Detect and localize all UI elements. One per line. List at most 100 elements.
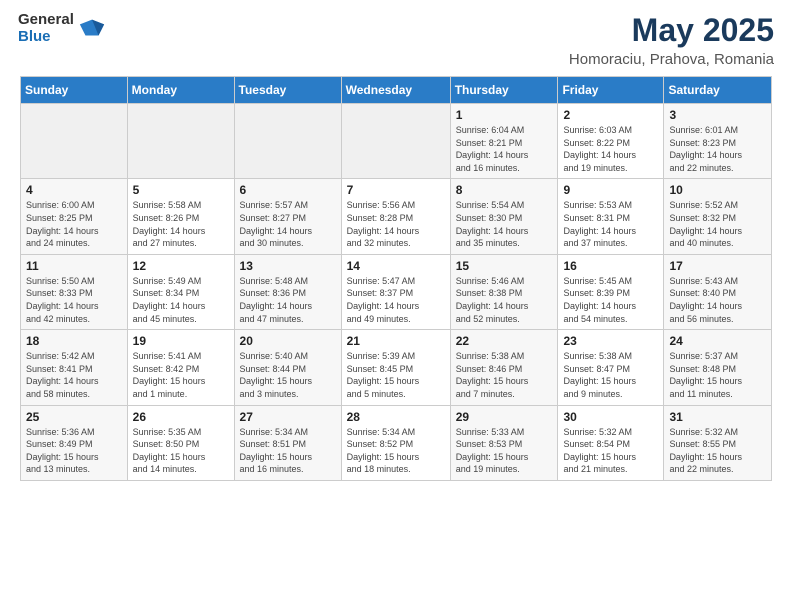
table-row: 11 Sunrise: 5:50 AMSunset: 8:33 PMDayligh… xyxy=(21,254,128,329)
table-row: 18 Sunrise: 5:42 AMSunset: 8:41 PMDayligh… xyxy=(21,330,128,405)
day-number: 4 xyxy=(26,183,122,197)
day-number: 26 xyxy=(133,410,229,424)
day-number: 28 xyxy=(347,410,445,424)
header-sunday: Sunday xyxy=(21,77,128,104)
header-friday: Friday xyxy=(558,77,664,104)
table-row: 14 Sunrise: 5:47 AMSunset: 8:37 PMDayligh… xyxy=(341,254,450,329)
day-info: Sunrise: 5:52 AMSunset: 8:32 PMDaylight:… xyxy=(669,200,742,248)
table-row: 17 Sunrise: 5:43 AMSunset: 8:40 PMDayligh… xyxy=(664,254,772,329)
table-row: 20 Sunrise: 5:40 AMSunset: 8:44 PMDayligh… xyxy=(234,330,341,405)
table-row: 13 Sunrise: 5:48 AMSunset: 8:36 PMDayligh… xyxy=(234,254,341,329)
month-year-title: May 2025 xyxy=(569,12,774,49)
header-tuesday: Tuesday xyxy=(234,77,341,104)
day-number: 2 xyxy=(563,108,658,122)
day-info: Sunrise: 5:35 AMSunset: 8:50 PMDaylight:… xyxy=(133,427,206,475)
table-row xyxy=(127,104,234,179)
calendar-week-1: 1Sunrise: 6:04 AMSunset: 8:21 PMDaylight… xyxy=(21,104,772,179)
table-row: 15 Sunrise: 5:46 AMSunset: 8:38 PMDayligh… xyxy=(450,254,558,329)
table-row: 30 Sunrise: 5:32 AMSunset: 8:54 PMDayligh… xyxy=(558,405,664,480)
day-info: Sunrise: 5:38 AMSunset: 8:46 PMDaylight:… xyxy=(456,351,529,399)
table-row: 25 Sunrise: 5:36 AMSunset: 8:49 PMDayligh… xyxy=(21,405,128,480)
day-number: 10 xyxy=(669,183,766,197)
day-number: 14 xyxy=(347,259,445,273)
day-number: 12 xyxy=(133,259,229,273)
table-row: 28 Sunrise: 5:34 AMSunset: 8:52 PMDayligh… xyxy=(341,405,450,480)
day-number: 17 xyxy=(669,259,766,273)
table-row: 22 Sunrise: 5:38 AMSunset: 8:46 PMDayligh… xyxy=(450,330,558,405)
day-number: 21 xyxy=(347,334,445,348)
table-row: 16 Sunrise: 5:45 AMSunset: 8:39 PMDayligh… xyxy=(558,254,664,329)
day-number: 30 xyxy=(563,410,658,424)
calendar-wrapper: Sunday Monday Tuesday Wednesday Thursday… xyxy=(0,76,792,491)
table-row: 3Sunrise: 6:01 AMSunset: 8:23 PMDaylight… xyxy=(664,104,772,179)
day-info: Sunrise: 5:41 AMSunset: 8:42 PMDaylight:… xyxy=(133,351,206,399)
logo-icon xyxy=(78,15,106,43)
day-info: Sunrise: 5:46 AMSunset: 8:38 PMDaylight:… xyxy=(456,276,529,324)
table-row: 24Sunrise: 5:37 AMSunset: 8:48 PMDayligh… xyxy=(664,330,772,405)
table-row: 9 Sunrise: 5:53 AMSunset: 8:31 PMDaylight… xyxy=(558,179,664,254)
day-info: Sunrise: 6:03 AMSunset: 8:22 PMDaylight:… xyxy=(563,125,636,173)
day-info: Sunrise: 5:42 AMSunset: 8:41 PMDaylight:… xyxy=(26,351,99,399)
location-subtitle: Homoraciu, Prahova, Romania xyxy=(569,51,774,68)
table-row: 21 Sunrise: 5:39 AMSunset: 8:45 PMDayligh… xyxy=(341,330,450,405)
day-info: Sunrise: 5:33 AMSunset: 8:53 PMDaylight:… xyxy=(456,427,529,475)
day-number: 18 xyxy=(26,334,122,348)
day-number: 20 xyxy=(240,334,336,348)
logo-blue: Blue xyxy=(18,29,74,46)
table-row: 7Sunrise: 5:56 AMSunset: 8:28 PMDaylight… xyxy=(341,179,450,254)
table-row: 31Sunrise: 5:32 AMSunset: 8:55 PMDayligh… xyxy=(664,405,772,480)
day-info: Sunrise: 5:50 AMSunset: 8:33 PMDaylight:… xyxy=(26,276,99,324)
table-row: 26 Sunrise: 5:35 AMSunset: 8:50 PMDayligh… xyxy=(127,405,234,480)
table-row: 27 Sunrise: 5:34 AMSunset: 8:51 PMDayligh… xyxy=(234,405,341,480)
day-number: 13 xyxy=(240,259,336,273)
table-row: 23Sunrise: 5:38 AMSunset: 8:47 PMDayligh… xyxy=(558,330,664,405)
day-info: Sunrise: 5:34 AMSunset: 8:51 PMDaylight:… xyxy=(240,427,313,475)
day-info: Sunrise: 5:47 AMSunset: 8:37 PMDaylight:… xyxy=(347,276,420,324)
header-saturday: Saturday xyxy=(664,77,772,104)
day-number: 22 xyxy=(456,334,553,348)
day-info: Sunrise: 5:32 AMSunset: 8:55 PMDaylight:… xyxy=(669,427,742,475)
logo: General Blue xyxy=(18,12,106,45)
day-number: 16 xyxy=(563,259,658,273)
day-info: Sunrise: 5:49 AMSunset: 8:34 PMDaylight:… xyxy=(133,276,206,324)
day-info: Sunrise: 5:34 AMSunset: 8:52 PMDaylight:… xyxy=(347,427,420,475)
day-number: 29 xyxy=(456,410,553,424)
day-info: Sunrise: 5:45 AMSunset: 8:39 PMDaylight:… xyxy=(563,276,636,324)
day-info: Sunrise: 5:36 AMSunset: 8:49 PMDaylight:… xyxy=(26,427,99,475)
day-info: Sunrise: 5:48 AMSunset: 8:36 PMDaylight:… xyxy=(240,276,313,324)
day-info: Sunrise: 5:43 AMSunset: 8:40 PMDaylight:… xyxy=(669,276,742,324)
calendar-table: Sunday Monday Tuesday Wednesday Thursday… xyxy=(20,76,772,481)
day-info: Sunrise: 6:01 AMSunset: 8:23 PMDaylight:… xyxy=(669,125,742,173)
day-info: Sunrise: 5:39 AMSunset: 8:45 PMDaylight:… xyxy=(347,351,420,399)
calendar-week-4: 18 Sunrise: 5:42 AMSunset: 8:41 PMDayligh… xyxy=(21,330,772,405)
day-number: 27 xyxy=(240,410,336,424)
table-row: 8 Sunrise: 5:54 AMSunset: 8:30 PMDaylight… xyxy=(450,179,558,254)
table-row xyxy=(234,104,341,179)
day-info: Sunrise: 5:37 AMSunset: 8:48 PMDaylight:… xyxy=(669,351,742,399)
day-number: 6 xyxy=(240,183,336,197)
day-number: 11 xyxy=(26,259,122,273)
day-number: 23 xyxy=(563,334,658,348)
day-info: Sunrise: 5:40 AMSunset: 8:44 PMDaylight:… xyxy=(240,351,313,399)
day-info: Sunrise: 6:04 AMSunset: 8:21 PMDaylight:… xyxy=(456,125,529,173)
table-row: 4Sunrise: 6:00 AMSunset: 8:25 PMDaylight… xyxy=(21,179,128,254)
day-number: 9 xyxy=(563,183,658,197)
day-info: Sunrise: 5:53 AMSunset: 8:31 PMDaylight:… xyxy=(563,200,636,248)
table-row: 1Sunrise: 6:04 AMSunset: 8:21 PMDaylight… xyxy=(450,104,558,179)
calendar-week-5: 25 Sunrise: 5:36 AMSunset: 8:49 PMDayligh… xyxy=(21,405,772,480)
calendar-header-row: Sunday Monday Tuesday Wednesday Thursday… xyxy=(21,77,772,104)
day-number: 5 xyxy=(133,183,229,197)
header-monday: Monday xyxy=(127,77,234,104)
day-info: Sunrise: 5:54 AMSunset: 8:30 PMDaylight:… xyxy=(456,200,529,248)
day-number: 8 xyxy=(456,183,553,197)
calendar-week-3: 11 Sunrise: 5:50 AMSunset: 8:33 PMDayligh… xyxy=(21,254,772,329)
table-row: 12 Sunrise: 5:49 AMSunset: 8:34 PMDayligh… xyxy=(127,254,234,329)
day-info: Sunrise: 5:57 AMSunset: 8:27 PMDaylight:… xyxy=(240,200,313,248)
day-number: 15 xyxy=(456,259,553,273)
day-info: Sunrise: 5:58 AMSunset: 8:26 PMDaylight:… xyxy=(133,200,206,248)
day-info: Sunrise: 5:56 AMSunset: 8:28 PMDaylight:… xyxy=(347,200,420,248)
table-row: 5 Sunrise: 5:58 AMSunset: 8:26 PMDaylight… xyxy=(127,179,234,254)
day-number: 25 xyxy=(26,410,122,424)
table-row xyxy=(341,104,450,179)
day-info: Sunrise: 5:32 AMSunset: 8:54 PMDaylight:… xyxy=(563,427,636,475)
